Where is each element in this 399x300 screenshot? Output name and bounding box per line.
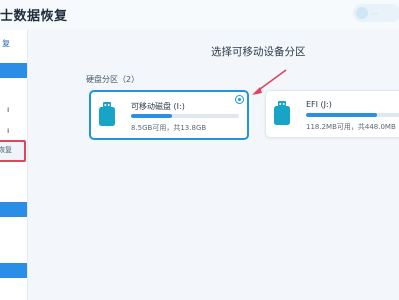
main-panel: 选择可移动设备分区 硬盘分区（2） 可移动磁盘 (I:) 8.5GB可用，共13… (28, 30, 399, 300)
sidebar-item-selected[interactable]: 恢复 (0, 140, 26, 162)
section-title: 硬盘分区（2） (86, 75, 140, 84)
sidebar-item-2[interactable]: ı (7, 105, 9, 114)
partition-card-removable[interactable]: 可移动磁盘 (I:) 8.5GB可用，共13.8GB (89, 90, 249, 140)
partition-name: 可移动磁盘 (I:) (131, 102, 185, 111)
usage-bar-fill (131, 114, 173, 118)
app-window: 士数据恢复 ... 复 ı ı 恢复 选择可移动设备分区 硬盘分区（2） 可移动… (0, 0, 399, 300)
sidebar-item-recover[interactable]: 复 (2, 38, 10, 49)
top-badge-text: ... (371, 8, 378, 16)
sidebar-band-3[interactable] (0, 263, 27, 278)
usage-bar (306, 113, 399, 117)
partition-size: 118.2MB可用，共448.0MB (306, 123, 396, 131)
sidebar: 复 ı ı 恢复 (0, 30, 28, 300)
usb-drive-icon (99, 102, 115, 126)
selected-radio-icon[interactable] (235, 95, 244, 104)
red-arrow-icon (252, 69, 287, 95)
partition-size: 8.5GB可用，共13.8GB (131, 124, 207, 132)
badge-circle-icon (356, 7, 368, 19)
page-heading: 选择可移动设备分区 (211, 46, 306, 58)
sidebar-band-2[interactable] (0, 202, 27, 217)
usage-bar (131, 114, 239, 118)
sidebar-item-selected-label: 恢复 (0, 146, 12, 154)
app-title: 士数据恢复 (0, 9, 68, 24)
usage-bar-fill (306, 113, 378, 117)
sidebar-band-1[interactable] (0, 63, 27, 78)
sidebar-item-3[interactable]: ı (7, 126, 9, 135)
usb-drive-icon (274, 101, 290, 125)
title-bar: 士数据恢复 ... (0, 0, 399, 30)
top-badge[interactable]: ... (353, 4, 399, 22)
partition-name: EFI (J:) (306, 100, 332, 109)
